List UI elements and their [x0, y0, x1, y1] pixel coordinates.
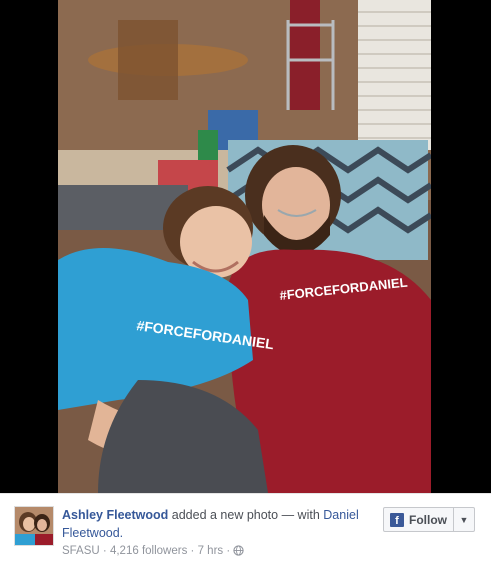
post-action-text: added a new photo — with: [171, 508, 320, 522]
avatar-image: [15, 507, 53, 545]
separator-dot: ·: [190, 545, 195, 557]
followers-count: 4,216 followers: [109, 545, 188, 557]
post-timestamp[interactable]: 7 hrs: [198, 545, 224, 557]
follow-control: f Follow ▼: [383, 507, 475, 532]
follow-options-button[interactable]: ▼: [453, 508, 474, 531]
network-name: SFASU: [62, 545, 100, 557]
author-link[interactable]: Ashley Fleetwood: [62, 508, 168, 522]
post-attribution: Ashley Fleetwood added a new photo — wit…: [0, 493, 491, 570]
separator-dot: ·: [102, 545, 107, 557]
facebook-logo-icon: f: [390, 512, 404, 527]
author-avatar[interactable]: [14, 506, 54, 546]
facebook-embedded-post: #FORCEFORDANIEL #FORCEFORDANIEL Ashley F…: [0, 0, 491, 570]
post-subline: SFASU · 4,216 followers · 7 hrs ·: [62, 545, 245, 559]
post-headline: Ashley Fleetwood added a new photo — wit…: [62, 506, 362, 542]
globe-icon: [233, 545, 245, 559]
follow-button[interactable]: f Follow: [384, 508, 453, 531]
photo-frame: #FORCEFORDANIEL #FORCEFORDANIEL: [0, 0, 491, 493]
caret-down-icon: ▼: [459, 514, 469, 525]
photo-illustration: #FORCEFORDANIEL #FORCEFORDANIEL: [58, 0, 431, 493]
separator-dot: ·: [226, 545, 231, 557]
post-photo[interactable]: #FORCEFORDANIEL #FORCEFORDANIEL: [58, 0, 431, 493]
follow-label: Follow: [409, 512, 447, 527]
